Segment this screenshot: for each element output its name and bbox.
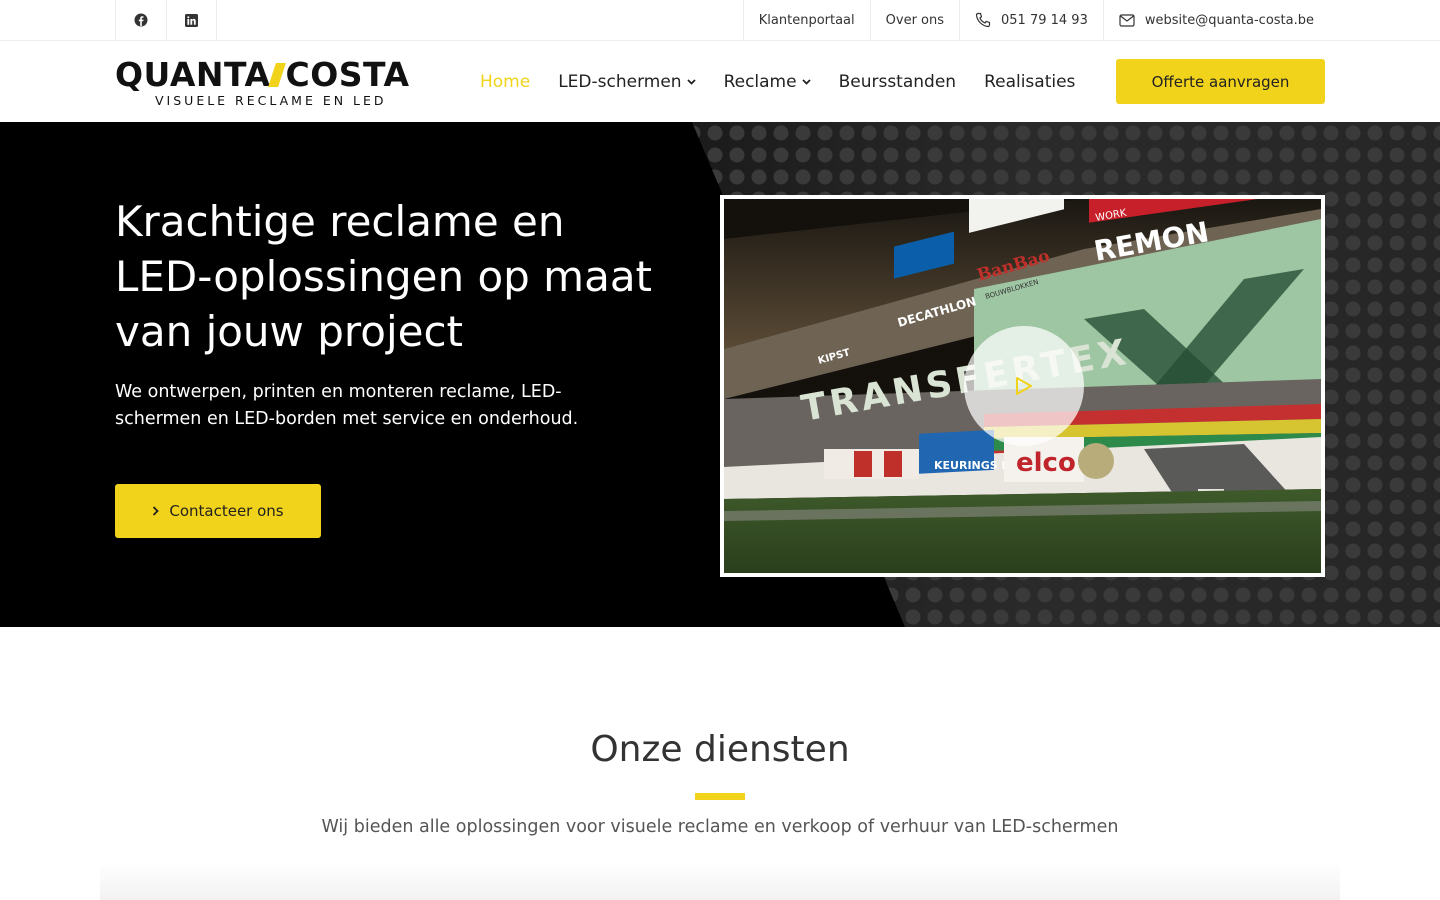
phone-link[interactable]: 051 79 14 93 (959, 0, 1103, 40)
chevron-down-icon (686, 78, 696, 85)
logo-tagline: VISUELE RECLAME EN LED (155, 93, 387, 108)
phone-label: 051 79 14 93 (1001, 12, 1088, 28)
about-label: Over ons (885, 12, 945, 28)
main-header: QUANTA COSTA VISUELE RECLAME EN LED Home … (0, 41, 1440, 122)
nav-label-home: Home (480, 71, 531, 92)
chevron-right-icon (153, 506, 160, 516)
hero-section: Krachtige reclame en LED-oplossingen op … (0, 122, 1440, 627)
nav-label-realisaties: Realisaties (984, 71, 1076, 92)
nav-item-realisaties[interactable]: Realisaties (984, 72, 1075, 92)
nav-item-led-schermen[interactable]: LED-schermen (558, 71, 696, 92)
title-accent-bar (695, 793, 745, 800)
nav-item-home[interactable]: Home (480, 72, 530, 92)
main-nav: Home LED-schermen Reclame Beursstanden R… (480, 41, 1103, 122)
video-play-button[interactable] (964, 326, 1084, 446)
hero-subtitle: We ontwerpen, printen en monteren reclam… (115, 382, 579, 429)
client-portal-label: Klantenportaal (758, 12, 855, 28)
services-intro: Wij bieden alle oplossingen voor visuele… (321, 817, 1119, 837)
logo-wordmark: QUANTA COSTA (115, 55, 410, 94)
facebook-icon (134, 13, 148, 27)
top-utility-bar: Klantenportaal Over ons 051 79 14 93 web… (0, 0, 1440, 41)
logo-slash-mark (268, 63, 287, 87)
client-portal-link[interactable]: Klantenportaal (742, 0, 870, 40)
mail-icon (1119, 13, 1135, 27)
nav-label-beursstanden: Beursstanden (838, 71, 957, 92)
nav-item-beursstanden[interactable]: Beursstanden (839, 72, 956, 92)
request-quote-button[interactable]: Offerte aanvragen (1116, 59, 1325, 104)
services-section: Onze diensten Wij bieden alle oplossinge… (0, 627, 1440, 900)
play-icon (1016, 377, 1032, 395)
linkedin-icon (185, 13, 198, 27)
social-links (115, 0, 217, 40)
chevron-down-icon (801, 78, 811, 85)
contact-us-label: Contacteer ons (169, 502, 284, 520)
nav-label-reclame: Reclame (723, 71, 797, 92)
about-link[interactable]: Over ons (869, 0, 959, 40)
hero-title: Krachtige reclame en LED-oplossingen op … (115, 197, 653, 356)
services-title: Onze diensten (590, 729, 850, 770)
top-links: Klantenportaal Over ons 051 79 14 93 web… (742, 0, 1329, 40)
email-label: website@quanta-costa.be (1144, 12, 1314, 28)
logo-right: COSTA (285, 55, 410, 94)
card-shadow-fade (100, 862, 1340, 900)
phone-icon (975, 12, 991, 28)
contact-us-button[interactable]: Contacteer ons (115, 484, 321, 538)
facebook-link[interactable] (115, 0, 166, 40)
quanta-costa-logo[interactable]: QUANTA COSTA VISUELE RECLAME EN LED (115, 55, 437, 110)
email-link[interactable]: website@quanta-costa.be (1102, 0, 1329, 40)
linkedin-link[interactable] (166, 0, 217, 40)
nav-item-reclame[interactable]: Reclame (724, 72, 811, 92)
logo-left: QUANTA (115, 55, 271, 94)
sign-elco: elco (1016, 448, 1076, 478)
nav-label-led-schermen: LED-schermen (558, 71, 682, 92)
